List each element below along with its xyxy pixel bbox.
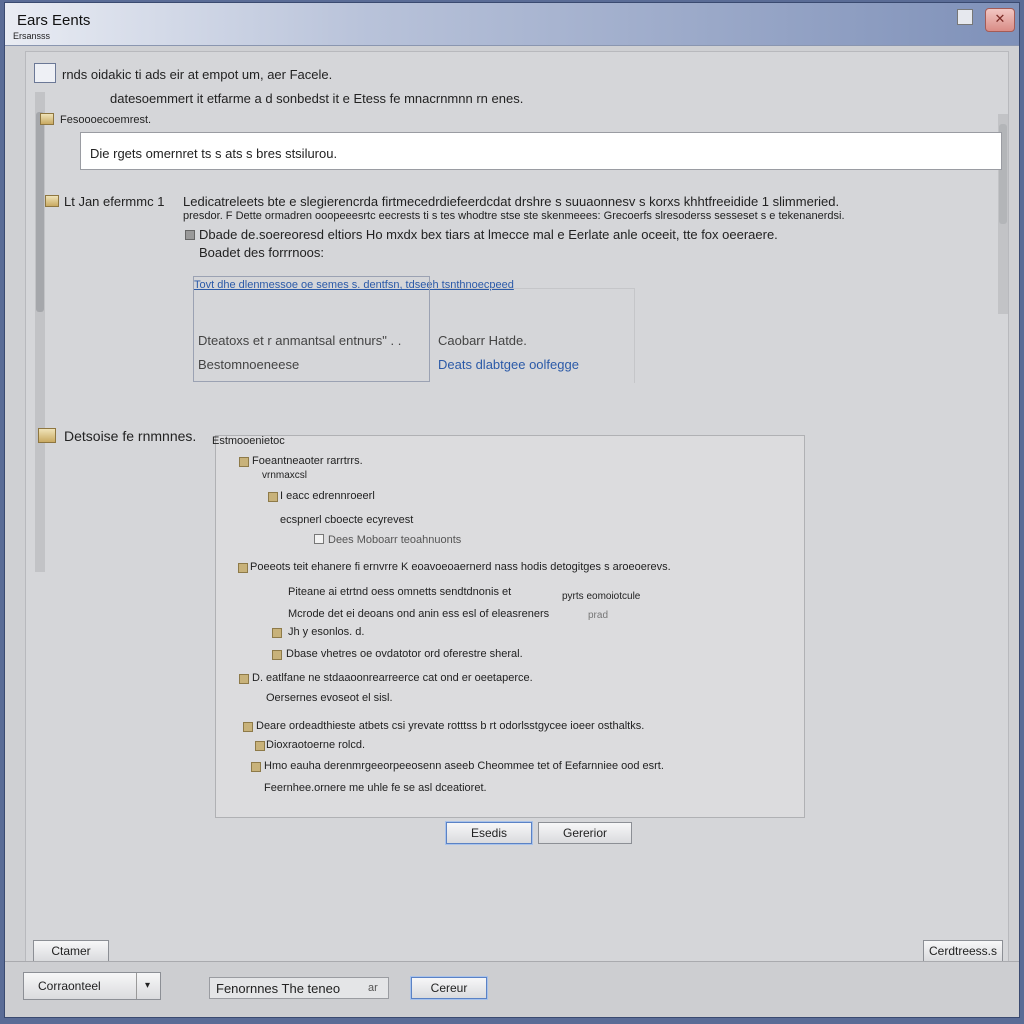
cancel-button[interactable]: Gererior xyxy=(538,822,632,844)
text-input-value: Die rgets omernret ts s ats s bres stsil… xyxy=(90,146,338,161)
status-text-value: Fenornnes The teneo xyxy=(216,981,341,996)
tree-item: Jh y esonlos. d. xyxy=(288,626,365,638)
folder-icon xyxy=(40,113,54,125)
combo-box[interactable]: Corraonteel ▾ xyxy=(23,972,161,1000)
left-scrollbar-thumb[interactable] xyxy=(36,112,44,312)
section3-label: Lt Jan efermmc 1 xyxy=(64,194,165,209)
section4-label: Detsoise fe rnmnnes. xyxy=(64,428,197,444)
tree-item: pyrts eomoiotcule xyxy=(562,591,641,602)
tree-item: Dioxraotoerne rolcd. xyxy=(266,739,366,751)
tree-item: Mcrode det ei deoans ond anin ess esl of… xyxy=(288,608,550,620)
tree-item: D. eatlfane ne stdaaoonrearreerce cat on… xyxy=(252,672,533,684)
tree-item: prad xyxy=(588,610,609,621)
tree-item: Hmo eauha derenmrgeeorpeeosenn aseeb Che… xyxy=(264,760,664,772)
tree-item: Feernhee.ornere me uhle fe se asl dceati… xyxy=(264,782,487,794)
left-bottom-button[interactable]: Ctamer xyxy=(33,940,109,962)
window-title: Ears Eents xyxy=(17,12,91,29)
section3-line1: Ledicatreleets bte e slegierencrda firtm… xyxy=(183,194,840,209)
title-bar[interactable]: Ears Eents Ersansss ✕ xyxy=(5,3,1019,46)
combo-value: Corraonteel xyxy=(38,979,101,993)
document-icon xyxy=(34,63,56,83)
window-subtitle: Ersansss xyxy=(13,31,51,41)
left-scrollbar[interactable] xyxy=(35,92,45,572)
tree-bullet[interactable] xyxy=(255,741,265,751)
close-button[interactable]: ✕ xyxy=(985,8,1015,32)
tree-item: Foeantneaoter rarrtrrs. xyxy=(252,455,363,467)
status-button[interactable]: Cereur xyxy=(411,977,487,999)
status-text-suffix: ar xyxy=(368,982,378,994)
details-panel: Estmooenietoc Foeantneaoter rarrtrrs. vr… xyxy=(212,435,805,818)
section1-line2: datesoemmert it etfarme a d sonbedst it … xyxy=(110,91,524,106)
tree-item: Dees Moboarr teoahnuonts xyxy=(328,534,462,546)
tree-item: Piteane ai etrtnd oess omnetts sendtdnon… xyxy=(288,586,512,598)
section3-line2: presdor. F Dette ormadren ooopeeesrtc ee… xyxy=(183,210,845,222)
panel-header: Estmooenietoc xyxy=(212,435,285,447)
tree-item: ecspnerl cboecte ecyrevest xyxy=(280,514,414,526)
maximize-button[interactable] xyxy=(957,9,973,25)
tree-item: I eacc edrennroeerl xyxy=(280,490,375,502)
status-text-field[interactable]: Fenornnes The teneo ar xyxy=(209,977,389,999)
tree-bullet[interactable] xyxy=(239,457,249,467)
ok-button[interactable]: Esedis xyxy=(446,822,532,844)
tree-item: Poeeots teit ehanere fi ernvrre K eoavoe… xyxy=(250,561,671,573)
close-icon: ✕ xyxy=(994,11,1006,26)
tree-bullet[interactable] xyxy=(243,722,253,732)
chevron-down-icon[interactable]: ▾ xyxy=(135,973,150,999)
folder-icon xyxy=(38,428,56,443)
checkbox[interactable] xyxy=(185,230,195,240)
preview-right-line1: Caobarr Hatde. xyxy=(438,333,527,348)
section2-label: Fesoooecoemrest. xyxy=(60,114,152,126)
tree-bullet[interactable] xyxy=(268,492,278,502)
tree-bullet[interactable] xyxy=(272,650,282,660)
tree-item: Dbase vhetres oe ovdatotor ord oferestre… xyxy=(286,648,523,660)
tree-bullet[interactable] xyxy=(239,674,249,684)
preview-left-line1: Dteatoxs et r anmantsal entnurs" . . xyxy=(198,333,402,348)
tree-bullet[interactable] xyxy=(251,762,261,772)
tree-bullet[interactable] xyxy=(314,534,324,544)
tree-item: vrnmaxcsl xyxy=(262,470,308,481)
section3-line3: Dbade de.soereoresd eltiors Ho mxdx bex … xyxy=(199,227,778,242)
tree-bullet[interactable] xyxy=(238,563,248,573)
text-input-field[interactable]: Die rgets omernret ts s ats s bres stsil… xyxy=(80,132,1002,170)
preview-left-line2: Bestomnoeneese xyxy=(198,357,300,372)
preview-right-line2[interactable]: Deats dlabtgee oolfegge xyxy=(438,357,579,372)
main-window: Ears Eents Ersansss ✕ rnds oidakic ti ad… xyxy=(4,2,1020,1018)
folder-icon xyxy=(45,195,59,207)
tree-item: Deare ordeadthieste atbets csi yrevate r… xyxy=(256,720,645,732)
status-bar: Corraonteel ▾ Fenornnes The teneo ar Cer… xyxy=(5,961,1019,1017)
right-bottom-button[interactable]: Cerdtreess.s xyxy=(923,940,1003,962)
tree-item: Oersernes evoseot el sisl. xyxy=(266,692,393,704)
content-area: rnds oidakic ti ads eir at empot um, aer… xyxy=(25,51,1009,967)
section3-line4: Boadet des forrrnoos: xyxy=(199,245,325,260)
tree-bullet[interactable] xyxy=(272,628,282,638)
section1-line1: rnds oidakic ti ads eir at empot um, aer… xyxy=(62,67,333,82)
